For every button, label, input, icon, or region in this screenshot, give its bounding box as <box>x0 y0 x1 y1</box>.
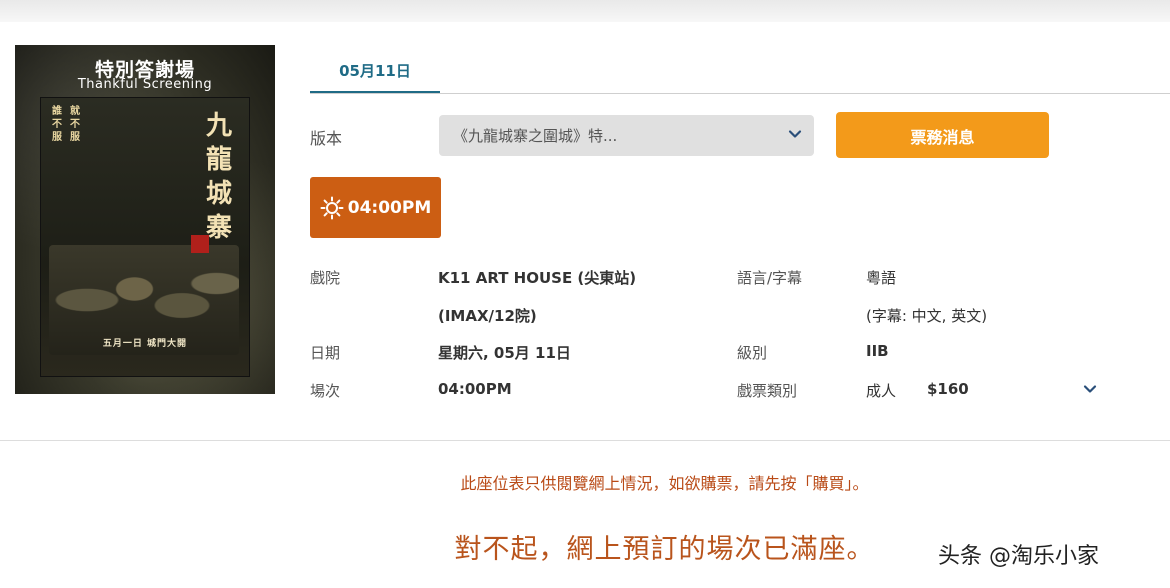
poster-seal <box>191 235 209 253</box>
version-select-value: 《九龍城寨之圍城》特... <box>453 127 618 145</box>
version-label: 版本 <box>310 129 343 148</box>
ticket-type-chevron-icon[interactable] <box>1082 381 1098 397</box>
date-value: 星期六, 05月 11日 <box>438 344 571 362</box>
watermark: 头条 @淘乐小家 <box>938 544 1099 569</box>
tab-date[interactable]: 05月11日 <box>310 48 440 94</box>
seating-notice: 此座位表只供閱覽網上情況，如欲購票，請先按「購買」。 <box>460 474 869 493</box>
section-divider <box>0 440 1170 441</box>
rating-label: 級別 <box>737 344 768 362</box>
showtime-button[interactable]: 04:00PM <box>310 177 441 238</box>
poster-title-en: Thankful Screening <box>77 77 213 92</box>
poster-film-title: 九龍城寨 <box>205 111 232 243</box>
rating-value: IIB <box>866 342 889 360</box>
cinema-label: 戲院 <box>310 269 341 287</box>
cinema-hall-value: (IMAX/12院) <box>438 307 537 325</box>
subtitle-value: (字幕: 中文, 英文) <box>866 307 988 325</box>
poster-tagline-1: 誰不服 <box>52 106 62 143</box>
cinema-value: K11 ART HOUSE (尖東站) <box>438 269 637 287</box>
session-label: 場次 <box>310 382 341 400</box>
date-label: 日期 <box>310 344 341 362</box>
language-label: 語言/字幕 <box>737 269 803 287</box>
language-value: 粵語 <box>866 269 897 287</box>
showtime-label: 04:00PM <box>347 197 432 218</box>
top-bar <box>0 0 1170 22</box>
version-select[interactable]: 《九龍城寨之圍城》特... <box>439 115 814 156</box>
poster-release-date: 五月一日 城門大開 <box>102 339 188 349</box>
ticket-price: $160 <box>927 380 969 398</box>
session-value: 04:00PM <box>438 380 512 398</box>
ticket-info-button[interactable]: 票務消息 <box>836 112 1049 158</box>
poster-tagline-2: 就不服 <box>70 106 80 143</box>
sun-icon <box>320 196 344 219</box>
tab-divider <box>310 93 1170 94</box>
ticket-type-label: 戲票類別 <box>737 382 798 400</box>
ticket-type-value[interactable]: 成人 <box>866 380 896 401</box>
movie-poster: 特別答謝場 Thankful Screening 誰不服 就不服 九龍城寨 五月… <box>15 45 275 394</box>
chevron-down-icon <box>788 130 802 138</box>
